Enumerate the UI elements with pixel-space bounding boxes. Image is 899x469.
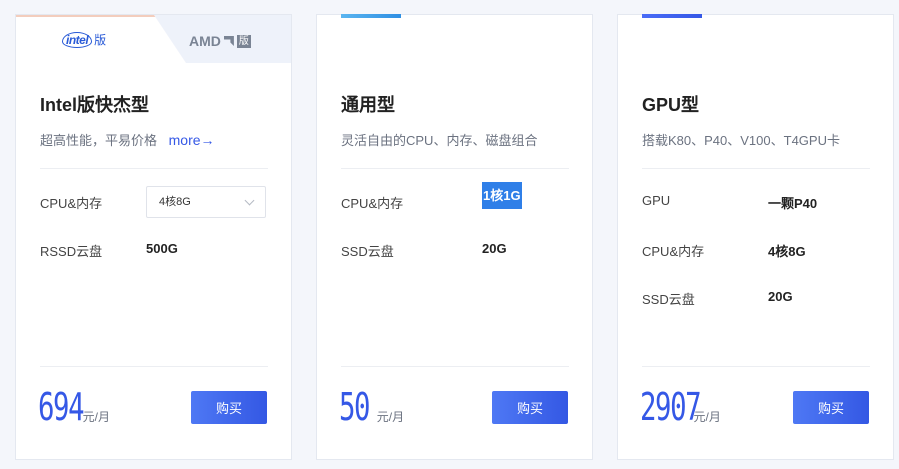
spec-value-cpu-memory: 1核1G xyxy=(482,182,522,209)
card-subtitle: 搭载K80、P40、V100、T4GPU卡 xyxy=(642,133,840,148)
price-unit: 元/月 xyxy=(376,410,405,424)
amd-logo[interactable]: AMD 版 xyxy=(189,33,251,49)
spec-label-disk: SSD云盘 xyxy=(341,244,394,259)
amd-arrow-icon xyxy=(223,36,234,46)
card-subtitle-text: 超高性能，平易价格 xyxy=(40,133,158,148)
accent-bar xyxy=(341,14,401,18)
intel-logo-text: intel xyxy=(62,31,93,48)
divider xyxy=(40,168,268,169)
intel-version-label: 版 xyxy=(94,33,107,47)
accent-bar xyxy=(642,14,702,18)
intel-logo[interactable]: intel 版 xyxy=(62,31,106,48)
cpu-memory-select[interactable]: 4核8G xyxy=(146,186,266,218)
divider xyxy=(642,366,870,367)
amd-logo-text: AMD xyxy=(189,33,221,49)
spec-value-disk: 20G xyxy=(482,241,507,256)
divider xyxy=(40,366,268,367)
spec-value-disk: 20G xyxy=(768,289,793,304)
product-card-general: 通用型 灵活自由的CPU、内存、磁盘组合 CPU&内存 1核1G SSD云盘 2… xyxy=(316,14,593,460)
card-title: GPU型 xyxy=(642,95,700,115)
card-subtitle: 超高性能，平易价格 more→ xyxy=(40,130,215,149)
buy-button[interactable]: 购买 xyxy=(793,391,869,424)
buy-button[interactable]: 购买 xyxy=(191,391,267,424)
price: 50 元/月 xyxy=(339,387,404,427)
product-card-gpu: GPU型 搭载K80、P40、V100、T4GPU卡 GPU 一颗P40 CPU… xyxy=(617,14,894,460)
spec-value-cpu-memory: 4核8G xyxy=(768,244,806,259)
product-card-intel: intel 版 AMD 版 Intel版快杰型 超高性能，平易价格 more→ … xyxy=(15,14,292,460)
price-amount: 50 xyxy=(339,385,371,429)
spec-value-cpu-memory-text: 1核1G xyxy=(482,182,522,209)
spec-label-cpu-memory: CPU&内存 xyxy=(642,244,705,259)
divider xyxy=(642,168,870,169)
card-title: 通用型 xyxy=(341,95,395,115)
card-title: Intel版快杰型 xyxy=(40,95,150,115)
spec-value-gpu: 一颗P40 xyxy=(768,196,818,211)
buy-button[interactable]: 购买 xyxy=(492,391,568,424)
spec-label-gpu: GPU xyxy=(642,193,671,208)
price-amount: 694 xyxy=(38,385,85,429)
variant-tabs: intel 版 AMD 版 xyxy=(16,15,291,63)
spec-label-cpu-memory: CPU&内存 xyxy=(40,196,103,211)
spec-value-disk: 500G xyxy=(146,241,178,256)
price-amount: 2907 xyxy=(640,385,702,429)
more-link[interactable]: more→ xyxy=(169,132,215,148)
cpu-memory-select-value: 4核8G xyxy=(159,196,191,208)
divider xyxy=(341,366,569,367)
price: 694 元/月 xyxy=(38,387,110,427)
card-subtitle: 灵活自由的CPU、内存、磁盘组合 xyxy=(341,133,538,148)
price: 2907 元/月 xyxy=(640,387,721,427)
spec-label-disk: SSD云盘 xyxy=(642,292,695,307)
chevron-down-icon xyxy=(244,195,255,206)
divider xyxy=(341,168,569,169)
spec-label-disk: RSSD云盘 xyxy=(40,244,103,259)
spec-label-cpu-memory: CPU&内存 xyxy=(341,196,404,211)
price-unit: 元/月 xyxy=(82,410,110,424)
amd-version-label: 版 xyxy=(236,34,251,48)
